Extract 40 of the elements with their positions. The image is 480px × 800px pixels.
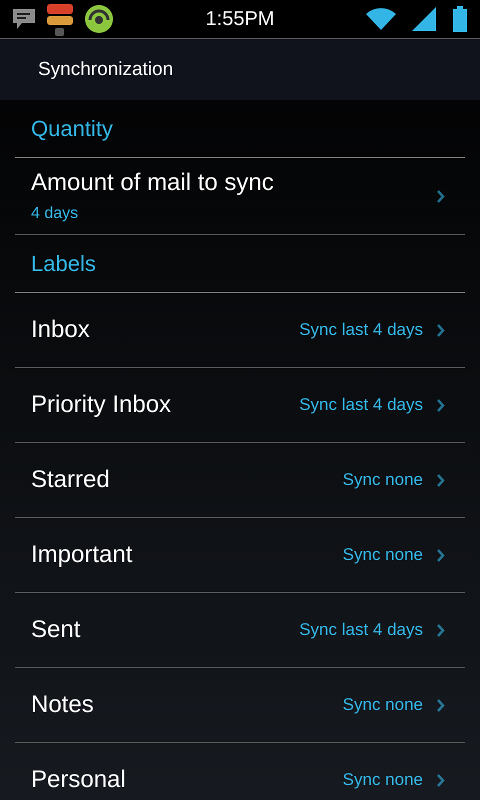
wifi-icon <box>366 7 396 31</box>
chevron-icon <box>437 190 445 202</box>
message-icon <box>12 7 36 31</box>
signal-icon <box>412 7 436 31</box>
settings-item[interactable]: Amount of mail to sync 4 days <box>15 158 465 235</box>
item-title: Sent <box>31 616 82 644</box>
item-title: Priority Inbox <box>31 391 172 419</box>
settings-item[interactable]: Inbox Sync last 4 days <box>15 293 465 368</box>
chevron-icon <box>437 474 445 486</box>
section-header: Labels <box>15 235 465 293</box>
item-value: Sync none <box>342 695 423 715</box>
item-value: Sync none <box>342 470 423 490</box>
battery-icon <box>452 6 468 32</box>
item-title: Inbox <box>31 316 91 344</box>
item-title: Starred <box>31 466 111 494</box>
item-title: Personal <box>31 766 127 794</box>
item-value: Sync last 4 days <box>299 320 423 340</box>
chevron-icon <box>437 548 445 562</box>
settings-item[interactable]: Important Sync none <box>15 518 465 593</box>
item-summary: 4 days <box>31 205 80 223</box>
item-title: Amount of mail to sync <box>31 169 275 197</box>
item-value: Sync last 4 days <box>299 395 423 415</box>
screen-title: Synchronization <box>38 58 174 80</box>
settings-item[interactable]: Personal Sync none <box>15 743 465 800</box>
chevron-icon <box>437 774 445 786</box>
section-header: Quantity <box>15 100 465 158</box>
item-title: Important <box>31 541 134 569</box>
settings-item[interactable]: Starred Sync none <box>15 443 465 518</box>
clock: 1:55PM <box>206 8 274 30</box>
chevron-icon <box>437 624 445 636</box>
item-value: Sync none <box>342 545 423 565</box>
settings-item[interactable]: Sent Sync last 4 days <box>15 593 465 668</box>
chevron-icon <box>437 324 445 336</box>
settings-item[interactable]: Priority Inbox Sync last 4 days <box>15 368 465 443</box>
chevron-icon <box>437 398 445 412</box>
item-value: Sync none <box>342 770 423 790</box>
settings-item[interactable]: Notes Sync none <box>15 668 465 743</box>
item-title: Notes <box>31 691 95 719</box>
item-value: Sync last 4 days <box>299 620 423 640</box>
chevron-icon <box>437 698 445 712</box>
